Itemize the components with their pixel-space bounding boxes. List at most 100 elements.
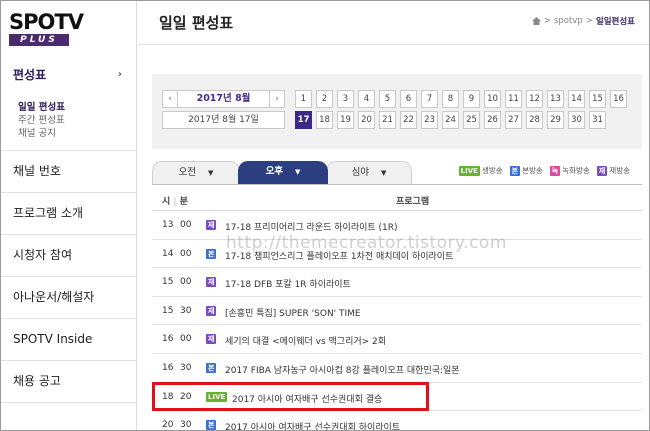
rerun-badge: 재 <box>596 165 608 176</box>
sidebar-item-channel-number[interactable]: 채널 번호 <box>1 151 136 193</box>
row-minute: 00 <box>180 277 192 288</box>
row-broadcast-badge: 본 <box>206 362 217 373</box>
row-hour: 16 <box>162 362 174 373</box>
tab-afternoon[interactable]: 오후 ▼ <box>238 161 328 184</box>
calendar-day[interactable]: 24 <box>442 111 459 129</box>
calendar-day[interactable]: 30 <box>568 111 585 129</box>
live-badge: LIVE <box>458 165 480 176</box>
sidebar-item-announcers[interactable]: 아나운서/해설자 <box>1 277 136 319</box>
sidebar: SPOTV PLUS 편성표 › 일일 편성표 주간 편성표 채널 공지 채널 … <box>1 1 137 430</box>
table-row[interactable]: 20 30 본 2017 아시아 여자배구 선수권대회 하이라이트 <box>152 411 642 431</box>
calendar-day[interactable]: 12 <box>526 90 543 108</box>
sidebar-item-program-intro[interactable]: 프로그램 소개 <box>1 193 136 235</box>
minute-header: 분 <box>179 197 188 207</box>
row-broadcast-badge: 본 <box>206 420 217 430</box>
app-window: SPOTV PLUS 편성표 › 일일 편성표 주간 편성표 채널 공지 채널 … <box>0 0 650 431</box>
schedule-table-header: 시 | 분 프로그램 <box>152 189 642 211</box>
calendar-day[interactable]: 26 <box>484 111 501 129</box>
sidebar-item-label: 편성표 <box>13 68 47 82</box>
calendar-day[interactable]: 10 <box>484 90 501 108</box>
row-program-title: 17-18 프리미어리그 라운드 하이라이트 (1R) <box>225 223 398 233</box>
breadcrumb-separator: > <box>543 16 551 26</box>
tab-label: 심야 <box>351 167 370 178</box>
calendar-day[interactable]: 16 <box>610 90 627 108</box>
time-tabs: 오전 ▼ 심야 ▼ 오후 ▼ <box>152 161 442 184</box>
calendar-day[interactable]: 17 <box>295 111 312 129</box>
caret-down-icon: ▼ <box>295 168 301 176</box>
next-month-button[interactable]: › <box>269 90 285 108</box>
legend-label: 생방송 <box>481 166 503 175</box>
table-row[interactable]: 15 30 재 [손흥민 특집] SUPER 'SON' TIME <box>152 297 642 326</box>
calendar-day[interactable]: 5 <box>379 90 396 108</box>
home-icon[interactable] <box>531 17 541 25</box>
calendar-day[interactable]: 28 <box>526 111 543 129</box>
calendar-panel: ‹ 2017년 8월 › 2017년 8월 17일 1 2 3 4 5 6 7 8 9 10 11 1… <box>152 74 642 149</box>
calendar-day[interactable]: 20 <box>358 111 375 129</box>
calendar-day[interactable]: 8 <box>442 90 459 108</box>
subnav-channel-notice[interactable]: 채널 공지 <box>18 127 136 140</box>
sidebar-item-recruit[interactable]: 채용 공고 <box>1 361 136 403</box>
calendar-day[interactable]: 21 <box>379 111 396 129</box>
calendar-day[interactable]: 6 <box>400 90 417 108</box>
sidebar-item-schedule[interactable]: 편성표 › <box>1 59 136 89</box>
row-hour: 13 <box>162 220 174 230</box>
calendar-day[interactable]: 2 <box>316 90 333 108</box>
tab-label: 오후 <box>265 166 284 177</box>
row-minute: 00 <box>180 220 192 230</box>
sidebar-item-viewer-participation[interactable]: 시청자 참여 <box>1 235 136 277</box>
row-broadcast-badge: 재 <box>206 334 217 345</box>
calendar-day[interactable]: 31 <box>589 111 606 129</box>
breadcrumb: > spotvp > 일일편성표 <box>531 15 635 27</box>
row-program-title: 2017 FIBA 남자농구 아시아컵 8강 플레이오프 대한민국:일본 <box>225 365 460 376</box>
logo-subtext: PLUS <box>9 34 69 46</box>
broadcast-legend: LIVE 생방송 본 본방송 녹 녹화방송 재 재방송 <box>458 165 635 176</box>
prev-month-button[interactable]: ‹ <box>162 90 178 108</box>
tab-morning[interactable]: 오전 ▼ <box>152 161 240 184</box>
calendar-day[interactable]: 9 <box>463 90 480 108</box>
watermark: http://themecreator.tistory.com <box>226 233 507 253</box>
premiere-badge: 본 <box>509 165 521 176</box>
sidebar-item-spotv-inside[interactable]: SPOTV Inside <box>1 319 136 361</box>
spotv-plus-logo[interactable]: SPOTV PLUS <box>9 10 84 47</box>
row-minute: 30 <box>180 362 192 373</box>
row-broadcast-badge: 재 <box>206 305 217 316</box>
legend-label: 본방송 <box>522 166 543 175</box>
header-separator: | <box>173 197 177 207</box>
table-row[interactable]: 16 30 본 2017 FIBA 남자농구 아시아컵 8강 플레이오프 대한민국:일… <box>152 354 642 383</box>
calendar-day[interactable]: 1 <box>295 90 312 108</box>
tab-late-night[interactable]: 심야 ▼ <box>326 161 412 184</box>
row-minute: 30 <box>180 305 192 316</box>
table-row[interactable]: 15 00 재 17-18 DFB 포칼 1R 하이라이트 <box>152 268 642 297</box>
row-program-title: 2017 아시아 여자배구 선수권대회 하이라이트 <box>225 423 401 431</box>
hour-header: 시 <box>162 197 171 207</box>
calendar-day[interactable]: 18 <box>316 111 333 129</box>
breadcrumb-root[interactable]: spotvp <box>554 16 583 26</box>
calendar-day[interactable]: 19 <box>337 111 354 129</box>
row-hour: 15 <box>162 277 174 288</box>
table-row[interactable]: 16 00 재 세기의 대결 <메이웨더 vs 맥그리거> 2회 <box>152 325 642 354</box>
calendar-day[interactable]: 25 <box>463 111 480 129</box>
month-navigator: ‹ 2017년 8월 › <box>162 90 285 108</box>
legend-label: 녹화방송 <box>562 166 590 175</box>
calendar-day[interactable]: 11 <box>505 90 522 108</box>
calendar-day[interactable]: 22 <box>400 111 417 129</box>
subnav-daily-schedule[interactable]: 일일 편성표 <box>18 101 136 114</box>
program-column-header: 프로그램 <box>396 197 430 207</box>
row-program-title: 17-18 DFB 포칼 1R 하이라이트 <box>225 280 351 291</box>
calendar-day[interactable]: 27 <box>505 111 522 129</box>
calendar-day[interactable]: 4 <box>358 90 375 108</box>
header-divider <box>138 44 649 45</box>
calendar-day[interactable]: 3 <box>337 90 354 108</box>
row-broadcast-badge: 재 <box>206 220 217 230</box>
caret-down-icon: ▼ <box>208 169 214 177</box>
logo-text: SPOTV <box>9 10 84 34</box>
row-broadcast-badge: 재 <box>206 277 217 288</box>
calendar-day[interactable]: 7 <box>421 90 438 108</box>
subnav-weekly-schedule[interactable]: 주간 편성표 <box>18 114 136 127</box>
calendar-day[interactable]: 14 <box>568 90 585 108</box>
calendar-day[interactable]: 13 <box>547 90 564 108</box>
calendar-day[interactable]: 15 <box>589 90 606 108</box>
calendar-day[interactable]: 23 <box>421 111 438 129</box>
calendar-day[interactable]: 29 <box>547 111 564 129</box>
row-hour: 14 <box>162 248 174 259</box>
